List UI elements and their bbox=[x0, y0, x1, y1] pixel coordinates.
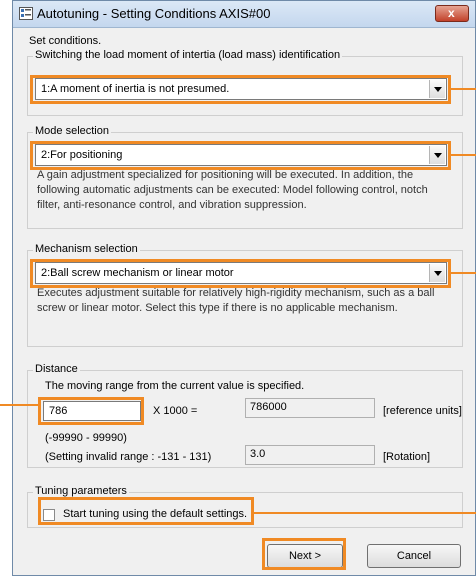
window-title: Autotuning - Setting Conditions AXIS#00 bbox=[37, 6, 271, 21]
close-button[interactable]: x bbox=[435, 5, 469, 22]
mode-description: A gain adjustment specialized for positi… bbox=[37, 168, 453, 218]
chevron-down-icon[interactable] bbox=[429, 146, 445, 164]
callout-line bbox=[254, 512, 476, 514]
invalid-range: (Setting invalid range : -131 - 131) bbox=[45, 451, 212, 463]
inertia-selected-value: 1:A moment of inertia is not presumed. bbox=[41, 83, 230, 95]
inertia-group-legend: Switching the load moment of intertia (l… bbox=[33, 49, 343, 61]
mechanism-group-legend: Mechanism selection bbox=[33, 243, 140, 255]
distance-group-legend: Distance bbox=[33, 363, 80, 375]
rotation-text: 3.0 bbox=[250, 448, 266, 460]
mode-group-legend: Mode selection bbox=[33, 125, 111, 137]
cancel-button-label: Cancel bbox=[396, 550, 432, 562]
mechanism-selected-value: 2:Ball screw mechanism or linear motor bbox=[41, 267, 234, 279]
distance-input[interactable]: 786 bbox=[43, 401, 141, 421]
rotation-label: [Rotation] bbox=[383, 451, 431, 463]
chevron-down-icon[interactable] bbox=[429, 264, 445, 282]
reference-units-text: 786000 bbox=[250, 401, 287, 413]
reference-units-label: [reference units] bbox=[383, 405, 462, 417]
rotation-value: 3.0 bbox=[245, 445, 375, 465]
inertia-identification-select[interactable]: 1:A moment of inertia is not presumed. bbox=[35, 78, 447, 100]
tuning-group-legend: Tuning parameters bbox=[33, 485, 129, 497]
distance-note: The moving range from the current value … bbox=[45, 380, 305, 392]
callout-line bbox=[450, 88, 476, 90]
next-button[interactable]: Next > bbox=[267, 544, 343, 568]
default-settings-label[interactable]: Start tuning using the default settings. bbox=[63, 508, 247, 520]
autotuning-dialog: Autotuning - Setting Conditions AXIS#00 … bbox=[12, 0, 476, 576]
distance-input-value: 786 bbox=[49, 405, 68, 417]
mechanism-select[interactable]: 2:Ball screw mechanism or linear motor bbox=[35, 262, 447, 284]
cancel-button[interactable]: Cancel bbox=[367, 544, 461, 568]
mechanism-description: Executes adjustment suitable for relativ… bbox=[37, 286, 453, 336]
next-button-label: Next > bbox=[288, 550, 322, 562]
callout-line bbox=[450, 154, 476, 156]
chevron-down-icon[interactable] bbox=[429, 80, 445, 98]
mode-select[interactable]: 2:For positioning bbox=[35, 144, 447, 166]
title-bar[interactable]: Autotuning - Setting Conditions AXIS#00 … bbox=[13, 1, 475, 28]
callout-line bbox=[450, 272, 476, 274]
multiplier-label: X 1000 = bbox=[153, 405, 198, 417]
mode-selected-value: 2:For positioning bbox=[41, 149, 123, 161]
reference-units-value: 786000 bbox=[245, 398, 375, 418]
app-icon bbox=[19, 7, 33, 20]
default-settings-checkbox[interactable] bbox=[43, 509, 55, 521]
callout-line bbox=[0, 404, 38, 406]
close-icon: x bbox=[448, 6, 455, 20]
intro-text: Set conditions. bbox=[29, 35, 102, 47]
distance-range: (-99990 - 99990) bbox=[45, 432, 127, 444]
